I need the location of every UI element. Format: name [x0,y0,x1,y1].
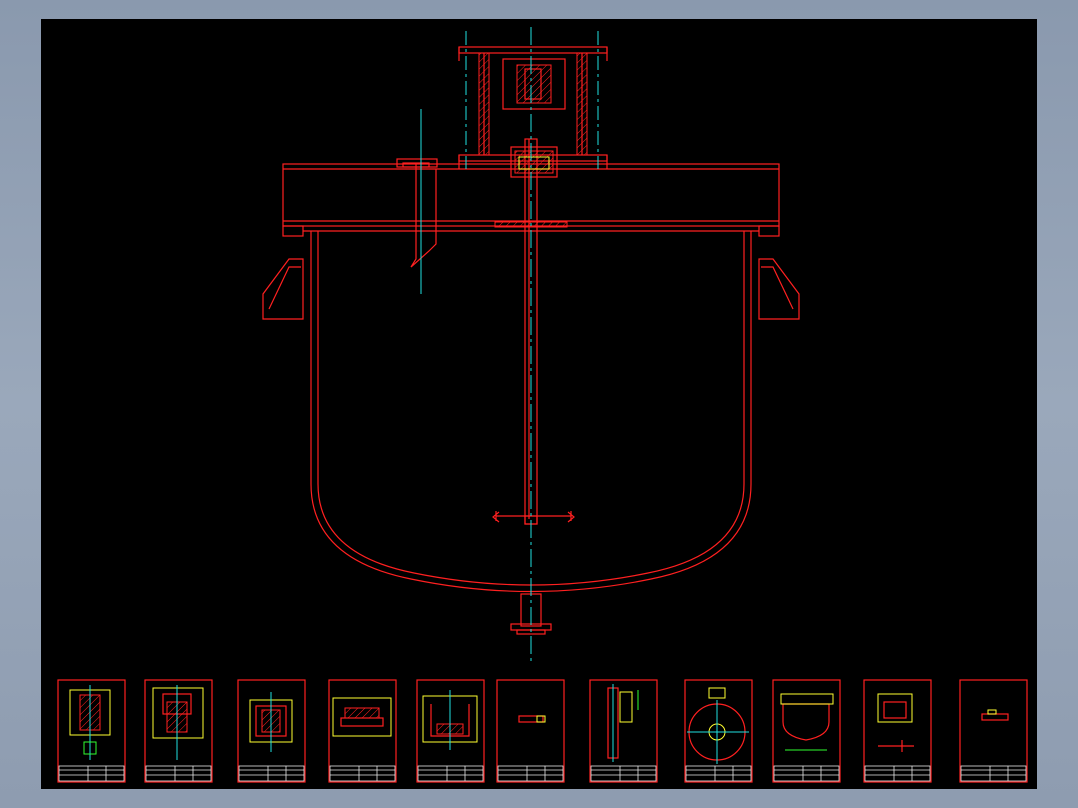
sheet-4[interactable] [328,679,397,783]
sheet-7[interactable] [589,679,658,783]
sheet-2[interactable] [144,679,213,783]
sheet-5[interactable] [416,679,485,783]
support-lug-right [758,258,800,320]
sheet-1[interactable] [57,679,126,783]
sheet-9[interactable] [772,679,841,783]
main-drawing [57,27,1028,783]
drive-top-flange [458,46,608,54]
sheet-3[interactable] [237,679,306,783]
sheet-11[interactable] [959,679,1028,783]
cad-drawing-canvas[interactable] [41,19,1037,789]
sheet-10[interactable] [863,679,932,783]
vessel-main-view [262,27,800,664]
sheet-6[interactable] [496,679,565,783]
sheet-8[interactable] [684,679,753,783]
feed-pipe [410,164,437,268]
sheet-thumbnails [57,679,1028,783]
support-lug-left [262,258,304,320]
